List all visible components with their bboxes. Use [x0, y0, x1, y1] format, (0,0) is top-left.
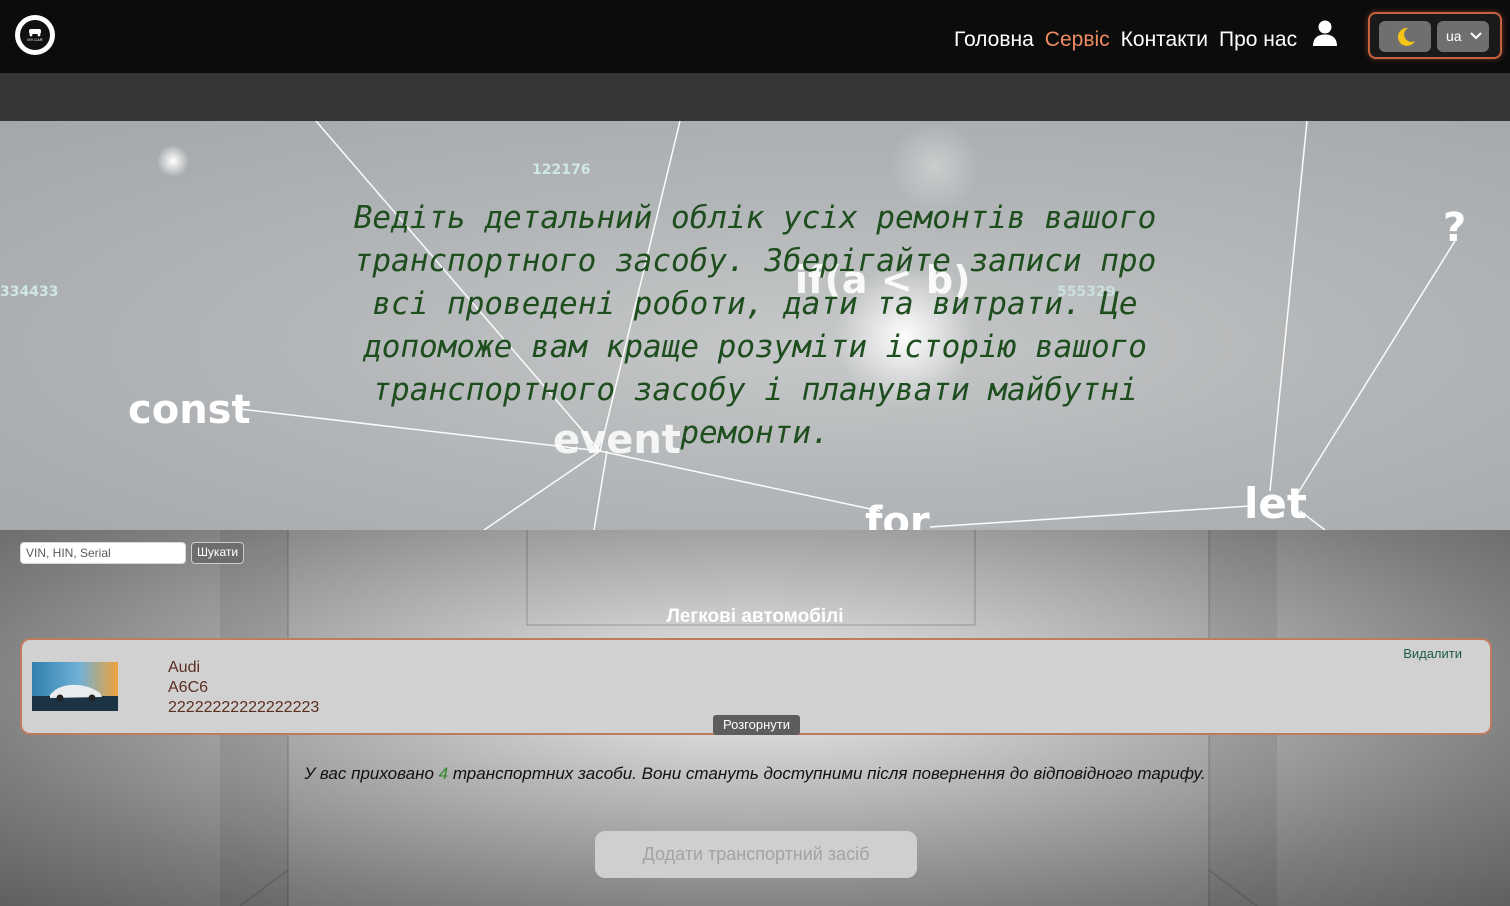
add-vehicle-button[interactable]: Додати транспортний засіб	[595, 831, 917, 878]
delete-vehicle-link[interactable]: Видалити	[1403, 646, 1462, 661]
site-logo[interactable]: MY-CAR	[15, 15, 55, 55]
chevron-down-icon	[1470, 32, 1482, 40]
bg-word-for: for	[865, 499, 930, 530]
search-button[interactable]: Шукати	[191, 542, 244, 564]
vehicle-make: Audi	[168, 659, 201, 676]
vehicle-info: Audi A6C6 22222222222222223	[168, 658, 319, 718]
top-navigation-bar: MY-CAR Головна Сервіс Контакти Про нас u…	[0, 0, 1510, 73]
moon-icon	[1397, 27, 1415, 46]
garage-section: Шукати Легкові автомобілі Audi	[0, 530, 1510, 906]
logo-emblem: MY-CAR	[20, 20, 50, 50]
bg-word-const: const	[128, 387, 251, 433]
hidden-notice-suffix: транспортних засоби. Вони стануть доступ…	[448, 764, 1206, 783]
hero-banner: const event if(a < b) for let ? 122176 3…	[0, 121, 1510, 530]
bg-word-question: ?	[1443, 205, 1466, 251]
sub-header-bar	[0, 73, 1510, 121]
vehicle-model: A6C6	[168, 679, 209, 696]
nav-item-contacts[interactable]: Контакти	[1121, 28, 1208, 52]
vehicle-thumbnail	[32, 662, 118, 711]
main-nav: Головна Сервіс Контакти Про нас	[954, 26, 1297, 54]
section-title: Легкові автомобілі	[666, 606, 844, 627]
language-value: ua	[1446, 28, 1462, 44]
hero-description: Ведіть детальний облік усіх ремонтів ваш…	[353, 200, 1157, 451]
language-select[interactable]: ua	[1437, 21, 1489, 52]
user-icon[interactable]	[1310, 18, 1340, 48]
expand-button[interactable]: Розгорнути	[713, 715, 800, 735]
logo-text: MY-CAR	[27, 37, 43, 42]
theme-toggle[interactable]	[1379, 21, 1431, 52]
nav-item-service[interactable]: Сервіс	[1045, 28, 1110, 52]
hidden-vehicles-count: 4	[438, 764, 449, 783]
settings-panel: ua	[1368, 12, 1502, 59]
hidden-vehicles-notice: У вас приховано 4 транспортних засоби. В…	[0, 764, 1510, 784]
bg-number-1: 122176	[532, 162, 590, 178]
search-input[interactable]	[20, 542, 186, 564]
bg-word-let: let	[1244, 479, 1307, 528]
nav-item-about[interactable]: Про нас	[1219, 28, 1297, 52]
bg-number-2: 334433	[0, 284, 58, 300]
nav-item-home[interactable]: Головна	[954, 28, 1034, 52]
hidden-notice-prefix: У вас приховано	[304, 764, 439, 783]
vehicle-number: 22222222222222223	[168, 699, 320, 716]
